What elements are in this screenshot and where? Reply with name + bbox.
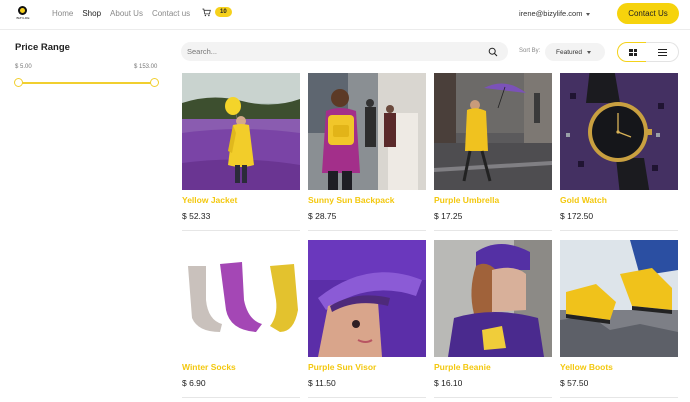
user-menu[interactable]: irene@bizylife.com [519, 9, 591, 19]
price-slider-max-handle[interactable] [150, 78, 159, 87]
product-price: $ 57.50 [560, 378, 589, 388]
contact-us-button[interactable]: Contact Us [617, 3, 679, 24]
product-image[interactable] [560, 240, 678, 357]
card-divider [182, 230, 300, 231]
chevron-down-icon [586, 12, 591, 16]
product-card[interactable]: Purple Sun Visor $ 11.50 [308, 240, 426, 398]
product-card[interactable]: Gold Watch $ 172.50 [560, 73, 678, 231]
chevron-down-icon [587, 50, 592, 54]
list-view-toggle[interactable] [646, 42, 679, 62]
nav-home[interactable]: Home [52, 9, 73, 19]
product-card[interactable]: Yellow Jacket $ 52.33 [182, 73, 300, 231]
nav-shop[interactable]: Shop [82, 9, 101, 19]
main-nav: Home Shop About Us Contact us [52, 9, 199, 19]
product-name[interactable]: Purple Beanie [434, 362, 491, 373]
product-price: $ 17.25 [434, 211, 463, 221]
product-card[interactable]: Purple Umbrella $ 17.25 [434, 73, 552, 231]
product-price: $ 28.75 [308, 211, 337, 221]
product-price: $ 6.90 [182, 378, 206, 388]
list-icon [658, 49, 667, 56]
nav-contact-us[interactable]: Contact us [152, 9, 190, 19]
product-name[interactable]: Purple Umbrella [434, 195, 499, 206]
product-price: $ 52.33 [182, 211, 211, 221]
nav-about-us[interactable]: About Us [110, 9, 143, 19]
logo-text: BIZYLIFE [16, 16, 30, 20]
brand-logo[interactable]: BIZYLIFE [13, 6, 33, 22]
grid-view-toggle[interactable] [617, 42, 647, 62]
product-card[interactable]: Yellow Boots $ 57.50 [560, 240, 678, 398]
product-card[interactable]: Purple Beanie $ 16.10 [434, 240, 552, 398]
sort-select[interactable]: Featured [545, 43, 605, 61]
card-divider [434, 230, 552, 231]
product-image[interactable] [434, 240, 552, 357]
top-header: BIZYLIFE Home Shop About Us Contact us 1… [0, 0, 690, 30]
search-bar [181, 42, 508, 61]
price-slider-min-handle[interactable] [14, 78, 23, 87]
price-min-label: $ 5.00 [15, 64, 32, 70]
cart-button[interactable]: 10 [202, 6, 232, 18]
product-image[interactable] [308, 240, 426, 357]
product-image[interactable] [434, 73, 552, 190]
product-image[interactable] [560, 73, 678, 190]
product-name[interactable]: Yellow Jacket [182, 195, 237, 206]
product-price: $ 172.50 [560, 211, 594, 221]
card-divider [434, 397, 552, 398]
product-price: $ 16.10 [434, 378, 463, 388]
card-divider [182, 397, 300, 398]
sort-selected-value: Featured [556, 48, 583, 56]
product-name[interactable]: Yellow Boots [560, 362, 613, 373]
product-name[interactable]: Sunny Sun Backpack [308, 195, 394, 206]
grid-icon [629, 49, 637, 56]
sort-by-label: Sort By: [519, 48, 541, 54]
search-icon[interactable] [488, 47, 498, 57]
card-divider [308, 230, 426, 231]
product-name[interactable]: Gold Watch [560, 195, 607, 206]
price-slider-track[interactable] [18, 82, 155, 84]
card-divider [560, 230, 678, 231]
cart-count-badge: 10 [215, 7, 232, 17]
logo-mark-icon [18, 6, 27, 15]
product-card[interactable]: Sunny Sun Backpack $ 28.75 [308, 73, 426, 231]
cart-icon [202, 8, 211, 16]
product-card[interactable]: Winter Socks $ 6.90 [182, 240, 300, 398]
price-range-title: Price Range [15, 42, 70, 53]
product-name[interactable]: Purple Sun Visor [308, 362, 376, 373]
card-divider [560, 397, 678, 398]
product-name[interactable]: Winter Socks [182, 362, 236, 373]
user-email: irene@bizylife.com [519, 9, 583, 18]
product-image[interactable] [308, 73, 426, 190]
price-max-label: $ 153.00 [134, 64, 158, 70]
product-image[interactable] [182, 240, 300, 357]
product-image[interactable] [182, 73, 300, 190]
search-input[interactable] [187, 45, 477, 58]
product-price: $ 11.50 [308, 378, 336, 388]
card-divider [308, 397, 426, 398]
